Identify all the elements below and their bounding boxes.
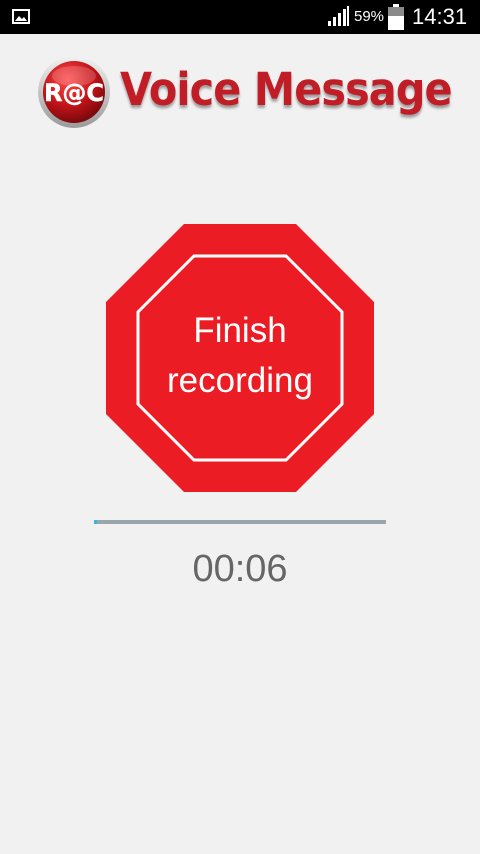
finish-recording-label: Finish recording xyxy=(167,311,313,400)
rec-logo: R@C xyxy=(38,56,110,128)
recording-progress-fill xyxy=(94,520,97,524)
clock: 14:31 xyxy=(412,4,468,29)
recording-progress-bar xyxy=(94,520,386,524)
elapsed-time: 00:06 xyxy=(192,548,288,590)
signal-icon xyxy=(328,6,349,26)
battery-percent: 59% xyxy=(354,8,385,25)
finish-recording-button[interactable]: Finish recording xyxy=(106,224,374,492)
gallery-icon xyxy=(12,9,30,24)
battery-icon xyxy=(388,4,404,30)
logo-text: R@C xyxy=(44,79,104,107)
app-title: Voice Message xyxy=(120,63,453,116)
app-header: R@C Voice Message xyxy=(0,50,480,130)
status-bar: 59% 14:31 xyxy=(0,0,480,34)
